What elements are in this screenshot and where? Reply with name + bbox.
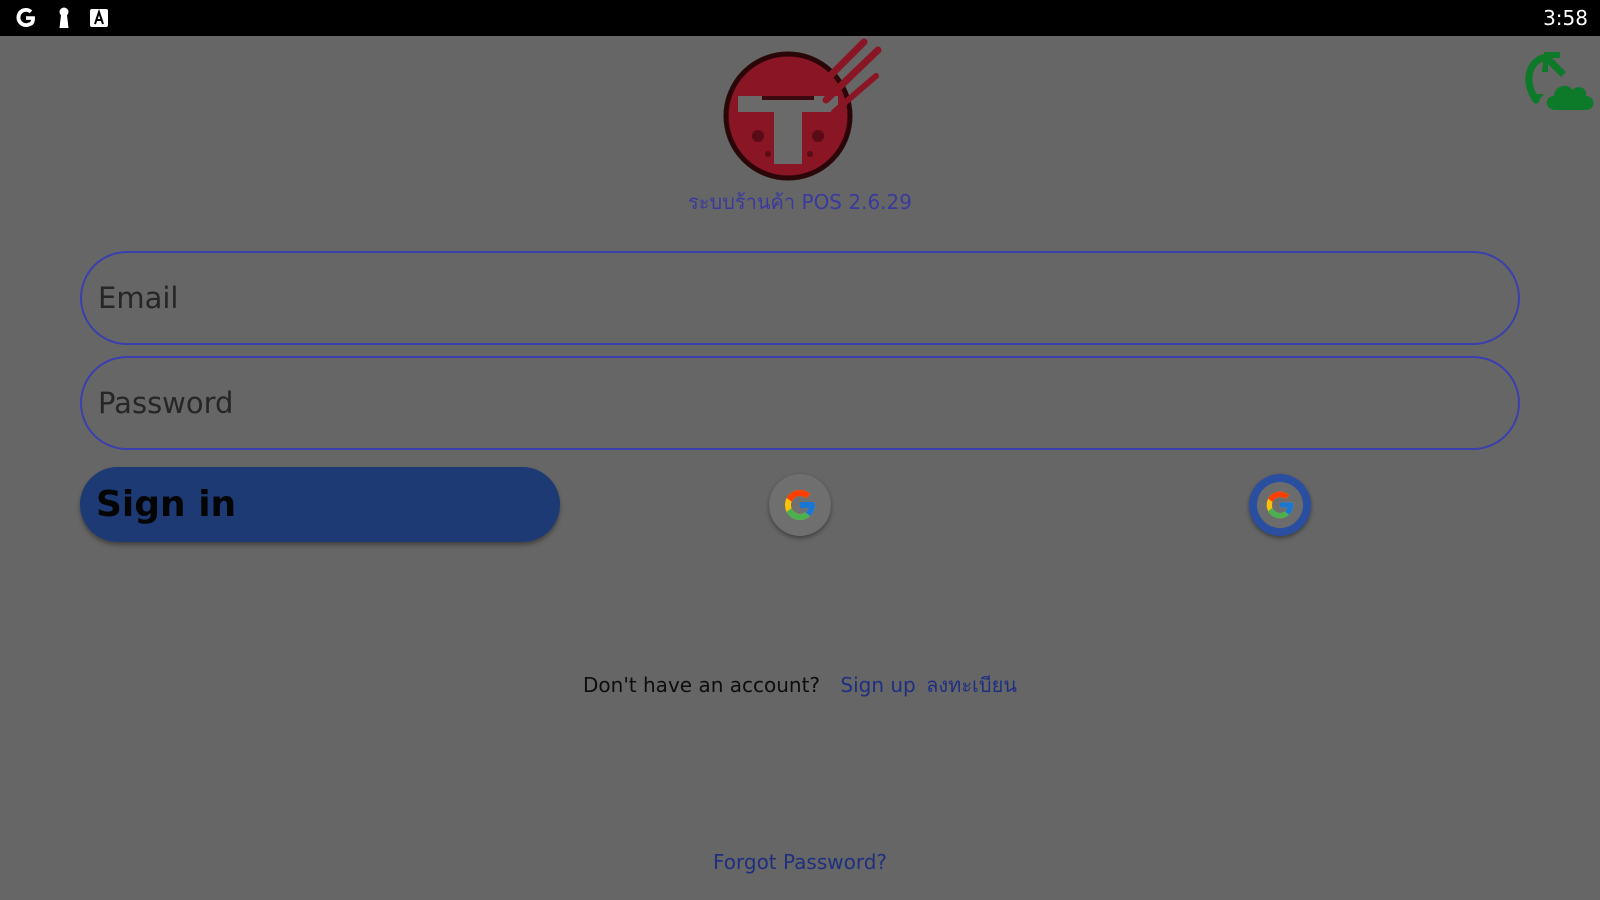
google-icon	[16, 8, 35, 27]
google-logo-icon	[785, 490, 815, 520]
google-logo-icon	[1266, 491, 1294, 519]
cloud-sync-button[interactable]	[1520, 48, 1600, 116]
status-bar: 3:58	[0, 0, 1600, 36]
pos-logo-icon	[723, 38, 882, 181]
app-version-label: ระบบร้านค้า POS 2.6.29	[688, 190, 912, 214]
google-account-button[interactable]	[1249, 474, 1311, 536]
password-field[interactable]	[80, 356, 1520, 450]
cloud-sync-icon	[1525, 52, 1594, 110]
sign-up-link-thai[interactable]: ลงทะเบียน	[926, 673, 1017, 697]
sign-in-button[interactable]: Sign in	[80, 467, 560, 542]
keyhole-icon	[59, 7, 69, 28]
signup-prompt: Don't have an account?	[583, 673, 821, 697]
app-logo	[718, 36, 882, 186]
signup-row: Don't have an account? Sign up ลงทะเบียน	[0, 668, 1600, 702]
email-field[interactable]	[80, 251, 1520, 345]
clock: 3:58	[1543, 6, 1588, 30]
login-screen: 3:58 ระบบร้านค้า POS 2.6.29 Sign in	[0, 0, 1600, 900]
google-sign-in-button[interactable]	[769, 474, 831, 536]
text-a-icon	[90, 8, 108, 27]
sign-up-link[interactable]: Sign up	[840, 673, 915, 697]
forgot-password-link[interactable]: Forgot Password?	[0, 845, 1600, 879]
